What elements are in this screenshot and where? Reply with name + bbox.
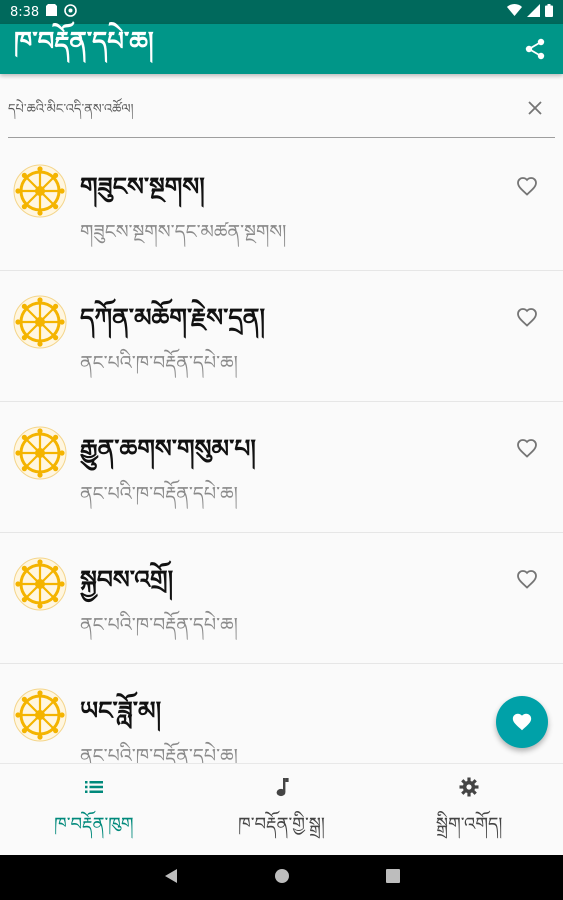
nav-label: ཁ་བརྡོན་གྱི་སྒྲ། — [238, 814, 325, 835]
signal-icon — [527, 3, 540, 21]
recents-icon — [385, 869, 400, 883]
dharma-wheel-icon — [13, 295, 67, 349]
nav-tab-settings[interactable]: སྒྲིག་འགོད། — [375, 764, 563, 855]
search-underline — [8, 137, 555, 138]
heart-outline-icon[interactable] — [515, 436, 539, 460]
back-button[interactable] — [164, 868, 178, 888]
item-subtitle: ནང་པའི་ཁ་བརྡོན་དཔེ་ཆ། — [80, 483, 238, 505]
battery-icon — [545, 3, 553, 21]
system-navigation-bar — [0, 855, 563, 900]
clear-search-button[interactable] — [525, 98, 545, 118]
gear-icon — [458, 776, 480, 797]
app-bar: ཁ་བརྡོན་དཔེ་ཆ། — [0, 24, 563, 74]
heart-icon — [512, 713, 532, 731]
home-icon — [274, 868, 289, 883]
heart-outline-icon[interactable] — [515, 567, 539, 591]
share-button[interactable] — [521, 35, 549, 63]
item-subtitle: གཟུངས་སྔགས་དང་མཚན་སྔགས། — [80, 221, 287, 243]
list-item[interactable]: གཟུངས་སྔགས། གཟུངས་སྔགས་དང་མཚན་སྔགས། — [0, 140, 563, 271]
wifi-icon — [507, 4, 522, 20]
nav-label: སྒྲིག་འགོད། — [435, 814, 503, 835]
prayer-list: གཟུངས་སྔགས། གཟུངས་སྔགས་དང་མཚན་སྔགས། དཀོན… — [0, 140, 563, 763]
bottom-navigation: ཁ་བརྡོན་ཁུག ཁ་བརྡོན་གྱི་སྒྲ། སྒྲིག་འགོད། — [0, 763, 563, 855]
app-title: ཁ་བརྡོན་དཔེ་ཆ། — [14, 26, 154, 57]
heart-outline-icon[interactable] — [515, 174, 539, 198]
close-icon — [528, 101, 542, 115]
search-input[interactable] — [8, 94, 488, 124]
item-subtitle: ནང་པའི་ཁ་བརྡོན་དཔེ་ཆ། — [80, 352, 238, 374]
nav-label: ཁ་བརྡོན་ཁུག — [54, 814, 134, 835]
heart-outline-icon[interactable] — [515, 305, 539, 329]
list-item[interactable]: སྐྱབས་འགྲོ། ནང་པའི་ཁ་བརྡོན་དཔེ་ཆ། — [0, 533, 563, 664]
list-item[interactable]: རྒྱུན་ཆགས་གསུམ་པ། ནང་པའི་ཁ་བརྡོན་དཔེ་ཆ། — [0, 402, 563, 533]
music-note-icon — [271, 776, 293, 797]
list-item[interactable]: དཀོན་མཆོག་རྗེས་དྲན། ནང་པའི་ཁ་བརྡོན་དཔེ་ཆ… — [0, 271, 563, 402]
item-subtitle: ནང་པའི་ཁ་བརྡོན་དཔེ་ཆ། — [80, 745, 238, 763]
favorites-fab[interactable] — [496, 696, 548, 748]
nav-tab-audio[interactable]: ཁ་བརྡོན་གྱི་སྒྲ། — [188, 764, 376, 855]
share-icon — [525, 38, 545, 60]
dharma-wheel-icon — [13, 426, 67, 480]
dharma-wheel-icon — [13, 164, 67, 218]
home-button[interactable] — [274, 868, 290, 888]
item-subtitle: ནང་པའི་ཁ་བརྡོན་དཔེ་ཆ། — [80, 614, 238, 636]
recents-button[interactable] — [385, 868, 400, 887]
dharma-wheel-icon — [13, 557, 67, 611]
back-icon — [164, 868, 177, 883]
dharma-wheel-icon — [13, 688, 67, 742]
list-item[interactable]: ཡང་ཟློ་མ། ནང་པའི་ཁ་བརྡོན་དཔེ་ཆ། — [0, 664, 563, 763]
nav-tab-recitations[interactable]: ཁ་བརྡོན་ཁུག — [0, 764, 188, 855]
list-icon — [83, 776, 105, 797]
